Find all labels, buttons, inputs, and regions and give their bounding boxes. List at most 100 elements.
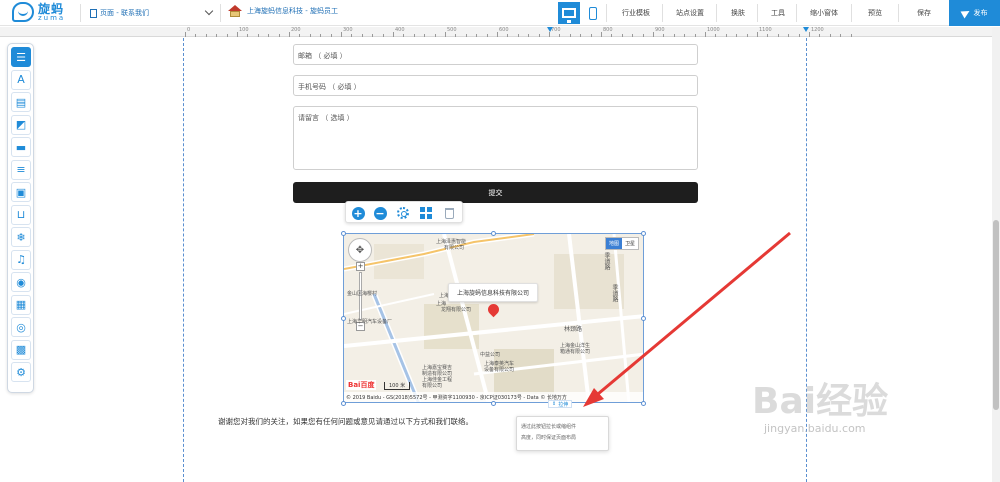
ruler-minor-tick	[632, 34, 634, 37]
mobile-icon	[589, 6, 597, 20]
menu-site-settings[interactable]: 站点设置	[664, 0, 716, 26]
ruler-minor-tick	[840, 34, 842, 37]
resize-handle[interactable]	[341, 401, 346, 406]
menu-save[interactable]: 保存	[900, 0, 948, 26]
tool-picture-button[interactable]: ▩	[11, 339, 31, 360]
ruler-minor-tick	[465, 34, 467, 37]
site-name[interactable]: 上海旋蚂信息科技 - 旋蚂员工	[228, 5, 338, 17]
tool-bag-button[interactable]: ⊔	[11, 204, 31, 225]
logo-text: 旋蚂	[38, 1, 65, 16]
email-placeholder: 邮箱 （ 必填 ）	[298, 52, 347, 60]
ruler-marker[interactable]	[547, 27, 553, 32]
tool-gallery-button[interactable]: ▣	[11, 182, 31, 202]
tool-snowflake-button[interactable]: ❄	[11, 227, 31, 247]
logo[interactable]: 旋蚂 zuma	[12, 2, 65, 22]
tool-text-button[interactable]: A	[11, 69, 31, 90]
resize-handle[interactable]	[341, 316, 346, 321]
resize-handle[interactable]	[641, 401, 646, 406]
settings-button[interactable]	[395, 205, 411, 221]
desktop-view-button[interactable]	[558, 2, 580, 24]
map-type-map[interactable]: 地图	[605, 238, 622, 249]
ruler-label: 400	[395, 27, 405, 33]
map-type-satellite[interactable]: 卫星	[622, 238, 638, 249]
mobile-view-button[interactable]	[582, 2, 604, 24]
zoom-in-button[interactable]: +	[350, 205, 366, 221]
ruler-tick	[653, 32, 654, 37]
menu-tools[interactable]: 工具	[760, 0, 796, 26]
divider	[716, 4, 717, 22]
map-poi: 金山区海樱村	[347, 291, 378, 297]
ruler-minor-tick	[434, 34, 436, 37]
shapes-icon: ◩	[15, 118, 27, 131]
tool-article-button[interactable]: ▦	[11, 294, 31, 315]
resize-handle[interactable]	[491, 401, 496, 406]
plus-icon: +	[351, 206, 365, 220]
scrollbar-thumb[interactable]	[993, 220, 999, 410]
ruler-tick	[237, 32, 238, 37]
tool-image-text-button[interactable]: ▤	[11, 92, 31, 112]
resize-handle[interactable]	[641, 316, 646, 321]
ruler-minor-tick	[746, 34, 748, 37]
map-pan-control[interactable]: ✥	[348, 238, 372, 262]
ruler-minor-tick	[788, 34, 790, 37]
ruler-minor-tick	[216, 34, 218, 37]
zoom-out-button[interactable]: −	[372, 205, 388, 221]
stretch-button[interactable]: ⇕ 拉伸	[548, 400, 573, 408]
ruler-label: 0	[187, 27, 191, 33]
tool-list-button[interactable]: ☰	[11, 47, 31, 67]
ruler-minor-tick	[694, 34, 696, 37]
ruler-label: 1200	[811, 27, 824, 33]
menu-preview[interactable]: 预览	[852, 0, 898, 26]
resize-handle[interactable]	[491, 231, 496, 236]
map-widget[interactable]: ✥ + − 地图 卫星 上海泽惠智能 有限公司 上海 金山区海樱村 上海 龙翔有…	[343, 233, 644, 403]
layout-button[interactable]	[418, 205, 434, 221]
map-type-switch[interactable]: 地图 卫星	[604, 237, 639, 250]
menu-list-icon: ≡	[16, 163, 26, 176]
phone-field[interactable]: 手机号码 （ 必填 ）	[293, 75, 698, 96]
ruler-tick	[445, 32, 446, 37]
menu-shrink-window[interactable]: 缩小窗体	[798, 0, 850, 26]
tool-music-button[interactable]: ♫	[11, 249, 31, 270]
media-icon: ◎	[16, 320, 26, 334]
resize-handle[interactable]	[341, 231, 346, 236]
ruler-minor-tick	[309, 34, 311, 37]
message-field[interactable]: 请留言 （ 选填 ）	[293, 106, 698, 170]
tooltip-line: 高度，同时保证页面布局	[521, 435, 577, 441]
tool-video-button[interactable]: ◉	[11, 272, 31, 292]
baidu-logo: Bai百度	[346, 380, 377, 390]
contact-intro-text: 谢谢您对我们的关注，如果您有任何问题或意见请通过以下方式和我们联络。	[218, 417, 473, 426]
map-zoom-in[interactable]: +	[356, 262, 365, 271]
tool-shapes-button[interactable]: ◩	[11, 114, 31, 135]
ruler-minor-tick	[299, 34, 301, 37]
publish-button[interactable]: 发布	[949, 0, 1000, 26]
ruler-minor-tick	[538, 34, 540, 37]
submit-button[interactable]: 提交	[293, 182, 698, 203]
tool-menu-list-button[interactable]: ≡	[11, 159, 31, 180]
trash-icon	[444, 207, 454, 219]
menu-industry-templates[interactable]: 行业模板	[610, 0, 662, 26]
bag-icon: ⊔	[16, 208, 26, 221]
ruler-minor-tick	[684, 34, 686, 37]
tool-search-settings-button[interactable]: ⚙	[11, 362, 31, 382]
delete-button[interactable]	[441, 205, 457, 221]
ruler-tick	[601, 32, 602, 37]
page-select-dropdown[interactable]: 页面 - 联系我们	[90, 5, 216, 21]
tool-media-button[interactable]: ◎	[11, 317, 31, 337]
resize-handle[interactable]	[641, 231, 646, 236]
menu-skin[interactable]: 换肤	[718, 0, 758, 26]
list-icon: ☰	[16, 50, 26, 64]
divider	[220, 4, 221, 22]
ruler-minor-tick	[642, 34, 644, 37]
ruler-marker[interactable]	[803, 27, 809, 32]
ruler-minor-tick	[819, 34, 821, 37]
divider	[606, 4, 607, 22]
home-icon	[228, 5, 242, 17]
ruler-minor-tick	[507, 34, 509, 37]
ruler-tick	[393, 32, 394, 37]
stretch-label: 拉伸	[558, 401, 569, 408]
ruler-tick	[809, 32, 810, 37]
tool-divider-button[interactable]: ▬	[11, 137, 31, 157]
ruler-label: 800	[603, 27, 613, 33]
email-field[interactable]: 邮箱 （ 必填 ）	[293, 44, 698, 65]
logo-subtext: zuma	[38, 13, 66, 22]
